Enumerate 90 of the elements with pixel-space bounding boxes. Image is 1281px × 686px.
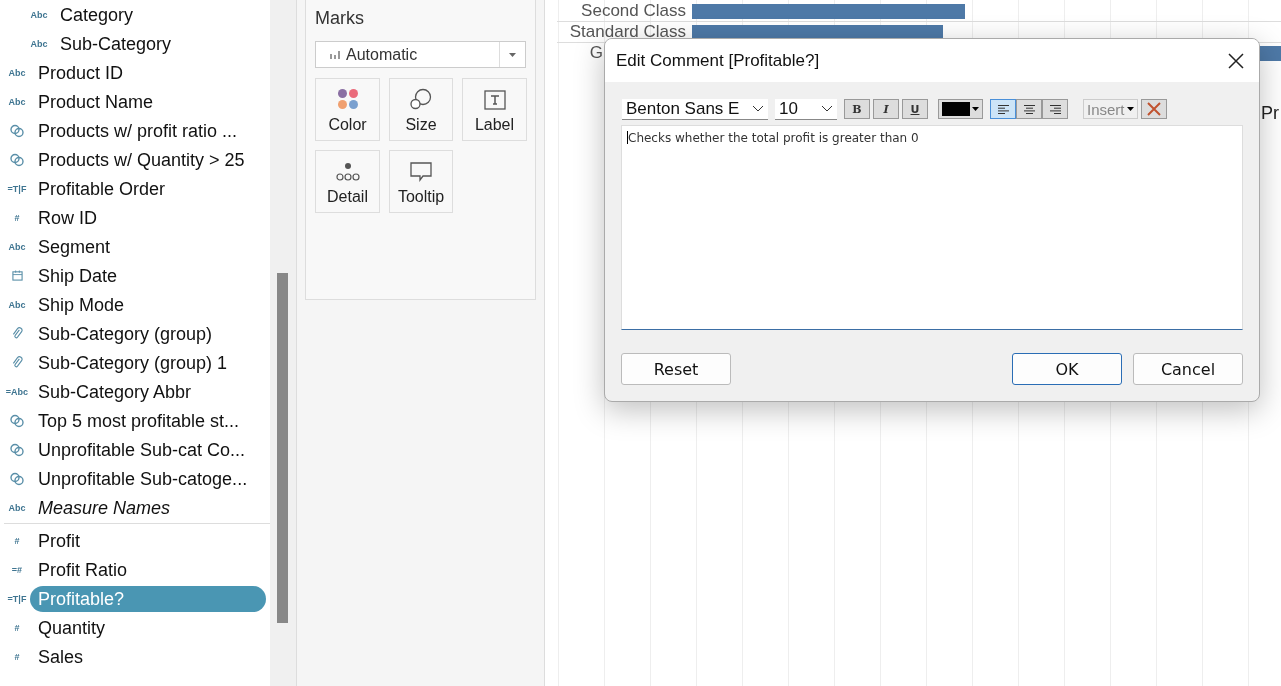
align-left-icon: [997, 104, 1009, 114]
set-icon: [10, 123, 24, 138]
paperclip-icon: [11, 327, 23, 340]
size-circles-icon: [410, 88, 432, 110]
detail-dots-icon: [335, 162, 360, 182]
field-item[interactable]: Unprofitable Sub-catoge...: [34, 465, 256, 492]
text-style-button[interactable]: B: [844, 99, 870, 119]
x-icon: [1146, 102, 1161, 116]
text-box-icon: [483, 90, 506, 110]
field-type-icon: #: [14, 622, 20, 633]
chevron-down-icon: [752, 105, 764, 112]
field-item[interactable]: Profit Ratio: [34, 556, 136, 583]
marks-button[interactable]: Tooltip: [389, 150, 453, 213]
field-item[interactable]: Products w/ Quantity > 25: [34, 146, 253, 173]
field-item[interactable]: Profitable Order: [34, 175, 174, 202]
font-dropdown[interactable]: Benton Sans E: [622, 98, 768, 120]
dialog-button[interactable]: Cancel: [1133, 353, 1243, 385]
set-icon: [10, 413, 24, 428]
close-icon: [1228, 52, 1244, 69]
dialog-title: Edit Comment [Profitable?]: [616, 50, 820, 71]
align-button[interactable]: [1042, 99, 1068, 119]
caret-icon: [509, 52, 516, 57]
field-item[interactable]: Products w/ profit ratio ...: [34, 117, 246, 144]
calendar-icon: [11, 270, 23, 281]
set-icon: [10, 471, 24, 486]
field-item[interactable]: Product ID: [34, 59, 132, 86]
field-type-icon: #: [14, 651, 20, 662]
field-item[interactable]: Ship Mode: [34, 291, 133, 318]
field-item[interactable]: Sales: [34, 643, 92, 670]
row-label: G: [588, 43, 603, 63]
marks-button[interactable]: Detail: [315, 150, 380, 213]
align-button[interactable]: [1016, 99, 1042, 119]
field-item[interactable]: Profit: [34, 527, 88, 554]
field-type-icon: =Abc: [5, 386, 29, 397]
set-icon: [10, 442, 24, 457]
field-item[interactable]: Unprofitable Sub-cat Co...: [34, 436, 254, 463]
field-item[interactable]: Product Name: [34, 88, 162, 115]
dialog-button[interactable]: OK: [1012, 353, 1122, 385]
field-item[interactable]: Sub-Category Abbr: [34, 378, 200, 405]
axis-label: Pr: [1261, 103, 1279, 124]
paperclip-icon: [11, 356, 23, 369]
field-item[interactable]: Top 5 most profitable st...: [34, 407, 248, 434]
field-item[interactable]: Sub-Category: [56, 30, 180, 57]
text-color-button[interactable]: [938, 99, 983, 119]
field-type-icon: #: [14, 212, 20, 223]
field-type-icon: Abc: [8, 502, 26, 513]
field-type-icon: =#: [11, 564, 23, 575]
marks-button[interactable]: Color: [315, 78, 380, 141]
align-button[interactable]: [990, 99, 1016, 119]
marks-button[interactable]: Size: [389, 78, 453, 141]
field-type-icon: Abc: [8, 96, 26, 107]
field-item[interactable]: Sub-Category (group) 1: [34, 349, 236, 376]
comment-text-area[interactable]: Checks whether the total profit is greater than 0: [621, 125, 1243, 330]
marks-title: Marks: [315, 8, 365, 29]
field-type-icon: Abc: [8, 241, 26, 252]
field-type-icon: Abc: [30, 38, 48, 49]
scrollbar[interactable]: [270, 0, 297, 686]
dialog-button[interactable]: Reset: [621, 353, 731, 385]
field-item[interactable]: Quantity: [34, 614, 114, 641]
scrollbar-thumb[interactable]: [277, 273, 288, 623]
color-swatch: [942, 102, 970, 116]
bar-chart-icon: [330, 50, 340, 59]
set-icon: [10, 152, 24, 167]
align-right-icon: [1049, 104, 1061, 114]
field-item[interactable]: Category: [56, 1, 142, 28]
field-item[interactable]: Sub-Category (group): [34, 320, 221, 347]
field-type-icon: =T|F: [7, 593, 27, 604]
mark-type-dropdown[interactable]: Automatic: [315, 41, 526, 68]
field-item[interactable]: Segment: [34, 233, 119, 260]
field-type-icon: #: [14, 535, 20, 546]
field-type-icon: Abc: [8, 299, 26, 310]
field-item[interactable]: Ship Date: [34, 262, 126, 289]
caret-icon: [972, 107, 979, 111]
text-style-button[interactable]: U: [902, 99, 928, 119]
row-label: Standard Class: [568, 22, 687, 42]
speech-bubble-icon: [410, 162, 432, 182]
clear-formatting-button[interactable]: [1140, 99, 1167, 119]
text-style-button[interactable]: I: [873, 99, 899, 119]
field-type-icon: Abc: [8, 67, 26, 78]
color-dots-icon: [336, 88, 359, 110]
field-type-icon: =T|F: [7, 183, 27, 194]
field-item[interactable]: Row ID: [34, 204, 105, 231]
font-size-dropdown[interactable]: 10: [775, 98, 837, 120]
marks-button[interactable]: Label: [462, 78, 527, 141]
row-label: Second Class: [580, 1, 687, 21]
align-center-icon: [1023, 104, 1035, 114]
field-item[interactable]: Measure Names: [34, 494, 179, 521]
field-type-icon: Abc: [30, 9, 48, 20]
chevron-down-icon: [821, 105, 833, 112]
caret-icon: [1126, 107, 1134, 111]
